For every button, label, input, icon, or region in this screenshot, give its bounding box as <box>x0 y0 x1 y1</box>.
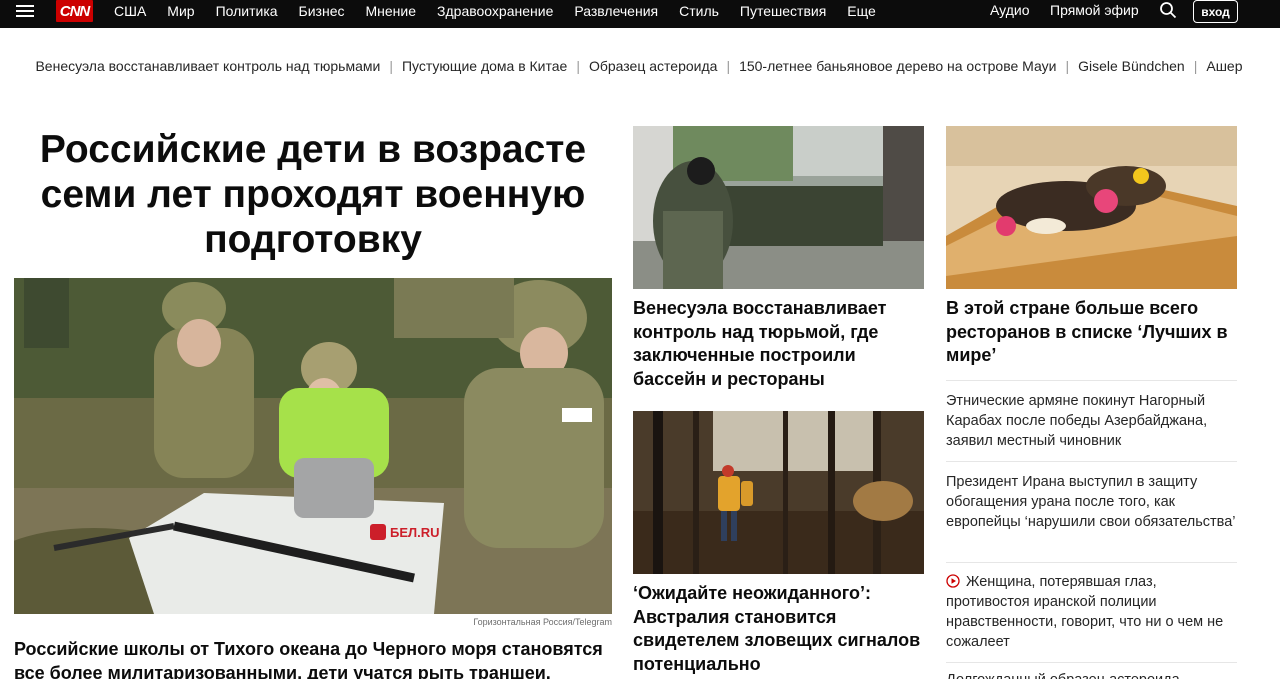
lead-subheadline[interactable]: Российские школы от Тихого океана до Чер… <box>14 637 612 679</box>
audio-link[interactable]: Аудио <box>990 2 1030 18</box>
divider <box>946 562 1237 563</box>
nav-item-world[interactable]: Мир <box>167 3 194 19</box>
trending-item[interactable]: 150-летнее баньяновое дерево на острове … <box>739 58 1056 74</box>
trending-item[interactable]: Венесуэла восстанавливает контроль над т… <box>35 58 380 74</box>
list-item[interactable]: Долгожданный образец астероида <box>946 670 1237 679</box>
trending-item[interactable]: Пустующие дома в Китае <box>402 58 567 74</box>
prison-story-headline[interactable]: Венесуэла восстанавливает контроль над т… <box>633 297 924 391</box>
trending-bar: Венесуэла восстанавливает контроль над т… <box>14 56 1264 76</box>
separator: | <box>726 58 731 74</box>
restaurant-story-headline[interactable]: В этой стране больше всего ресторанов в … <box>946 297 1237 368</box>
nav-item-usa[interactable]: США <box>114 3 146 19</box>
australia-story-image[interactable] <box>633 411 924 574</box>
list-item[interactable]: Этнические армяне покинут Нагорный Караб… <box>946 391 1237 451</box>
photo-watermark: БЕЛ.RU <box>390 525 440 540</box>
separator: | <box>389 58 393 74</box>
divider <box>946 461 1237 462</box>
live-tv-link[interactable]: Прямой эфир <box>1050 2 1139 18</box>
separator: | <box>576 58 580 74</box>
play-icon <box>946 574 960 588</box>
prison-story-image[interactable] <box>633 126 924 289</box>
menu-icon[interactable] <box>16 2 34 20</box>
nav-item-entertainment[interactable]: Развлечения <box>574 3 658 19</box>
nav-item-style[interactable]: Стиль <box>679 3 719 19</box>
australia-story-headline[interactable]: ‘Ожидайте неожиданного’: Австралия стано… <box>633 582 924 679</box>
nav-item-business[interactable]: Бизнес <box>299 3 345 19</box>
main-nav: США Мир Политика Бизнес Мнение Здравоохр… <box>114 0 897 22</box>
separator: | <box>1065 58 1070 74</box>
cnn-logo[interactable]: CNN <box>56 0 93 22</box>
trending-item[interactable]: Gisele Bündchen <box>1078 58 1185 74</box>
list-item[interactable]: Президент Ирана выступил в защиту обогащ… <box>946 472 1237 532</box>
nav-item-politics[interactable]: Политика <box>216 3 278 19</box>
lead-image[interactable]: БЕЛ.RU <box>14 278 612 614</box>
list-item-label: Женщина, потерявшая глаз, противостоя ир… <box>946 574 1224 650</box>
divider <box>946 662 1237 663</box>
nav-item-opinion[interactable]: Мнение <box>366 3 417 19</box>
trending-item[interactable]: Ашер <box>1206 58 1242 74</box>
nav-item-health[interactable]: Здравоохранение <box>437 3 553 19</box>
lead-headline[interactable]: Российские дети в возрасте семи лет прох… <box>14 127 612 262</box>
nav-item-travel[interactable]: Путешествия <box>740 3 826 19</box>
divider <box>946 380 1237 381</box>
trending-item[interactable]: Образец астероида <box>589 58 717 74</box>
search-icon[interactable] <box>1159 1 1177 19</box>
login-button[interactable]: вход <box>1193 0 1238 23</box>
restaurant-story-image[interactable] <box>946 126 1237 289</box>
top-nav-bar: CNN США Мир Политика Бизнес Мнение Здрав… <box>0 0 1280 28</box>
nav-item-more[interactable]: Еще <box>847 3 876 19</box>
list-item-video[interactable]: Женщина, потерявшая глаз, противостоя ир… <box>946 572 1237 652</box>
photo-credit: Горизонтальная Россия/Telegram <box>473 617 612 627</box>
logo-text: CNN <box>59 2 90 20</box>
separator: | <box>1193 58 1198 74</box>
